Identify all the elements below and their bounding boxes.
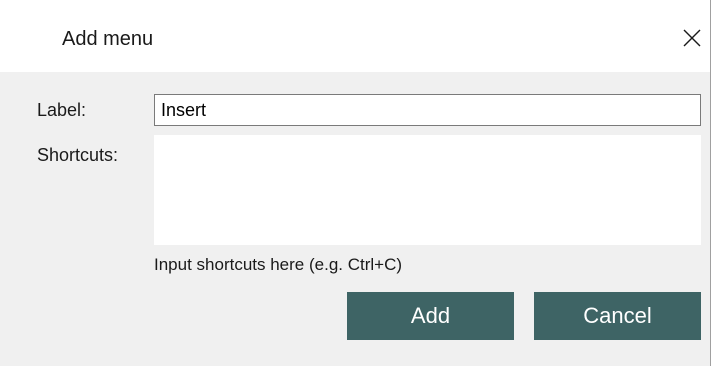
shortcuts-input[interactable]: [154, 135, 701, 245]
add-menu-dialog: Add menu Label: Shortcuts: Input shortcu…: [0, 0, 711, 366]
shortcuts-hint: Input shortcuts here (e.g. Ctrl+C): [154, 255, 403, 274]
label-input[interactable]: [154, 94, 701, 126]
close-icon: [683, 29, 701, 47]
shortcuts-caption: Shortcuts:: [37, 145, 119, 165]
cancel-button[interactable]: Cancel: [534, 292, 701, 340]
add-button[interactable]: Add: [347, 292, 514, 340]
title-bar: Add menu: [0, 0, 710, 72]
dialog-title: Add menu: [62, 28, 154, 50]
close-button[interactable]: [674, 20, 710, 56]
label-caption: Label:: [37, 100, 87, 120]
